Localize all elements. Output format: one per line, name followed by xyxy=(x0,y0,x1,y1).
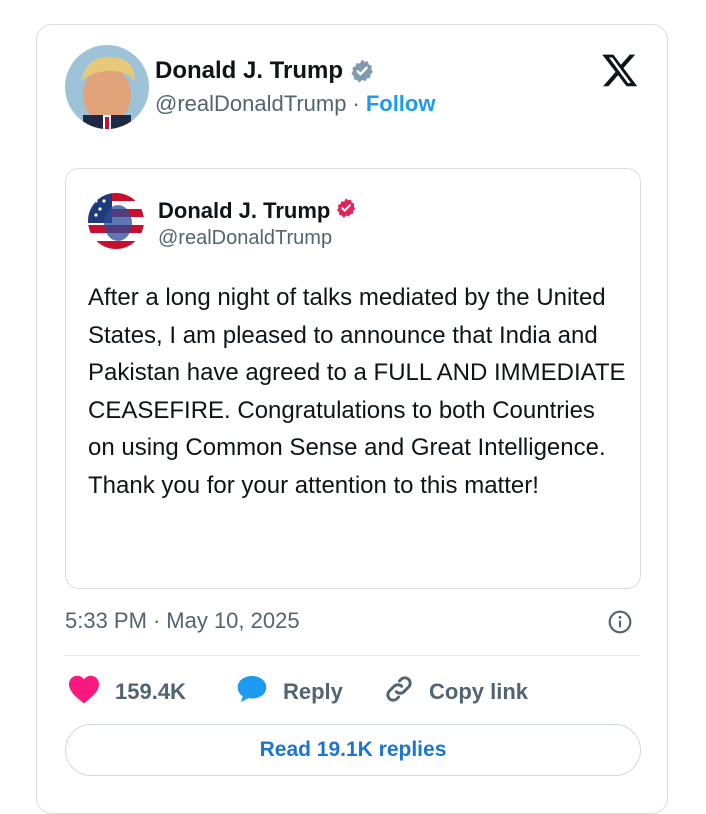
action-bar: 159.4K Reply Copy link xyxy=(67,675,647,709)
tweet-card: Donald J. Trump @realDonaldTrump · Follo… xyxy=(36,24,668,814)
quoted-author-name[interactable]: Donald J. Trump xyxy=(158,198,330,224)
author-handle[interactable]: @realDonaldTrump xyxy=(155,91,346,117)
handle-separator: · xyxy=(352,91,360,116)
reply-button[interactable]: Reply xyxy=(235,675,343,709)
heart-icon xyxy=(67,674,101,710)
copy-link-button[interactable]: Copy link xyxy=(383,675,528,709)
verified-badge-icon xyxy=(335,197,357,224)
quoted-post[interactable]: Donald J. Trump @realDonaldTrump After a… xyxy=(65,168,641,589)
link-icon xyxy=(383,673,415,711)
info-icon[interactable] xyxy=(607,609,633,635)
speech-bubble-icon xyxy=(235,674,269,710)
verified-badge-icon xyxy=(349,58,375,84)
x-logo-icon[interactable] xyxy=(601,51,639,89)
quoted-author-avatar[interactable] xyxy=(88,193,144,249)
author-handle-row: @realDonaldTrump · Follow xyxy=(155,91,435,117)
author-name-row: Donald J. Trump xyxy=(155,57,375,85)
like-count: 159.4K xyxy=(115,679,186,704)
author-avatar[interactable] xyxy=(65,45,149,129)
like-button[interactable]: 159.4K xyxy=(67,675,186,709)
post-date: May 10, 2025 xyxy=(166,608,300,633)
post-time: 5:33 PM xyxy=(65,608,147,633)
reply-label: Reply xyxy=(283,679,343,704)
quoted-name-row: Donald J. Trump xyxy=(158,197,357,224)
quoted-author-handle: @realDonaldTrump xyxy=(158,227,333,249)
timestamp-separator: · xyxy=(152,608,161,633)
copy-link-label: Copy link xyxy=(429,679,529,704)
author-name[interactable]: Donald J. Trump xyxy=(155,57,343,85)
follow-button[interactable]: Follow xyxy=(366,91,436,117)
divider xyxy=(65,655,639,656)
quoted-post-text: After a long night of talks mediated by … xyxy=(88,284,626,499)
read-replies-button[interactable]: Read 19.1K replies xyxy=(65,724,641,776)
post-timestamp[interactable]: 5:33 PM · May 10, 2025 xyxy=(65,608,300,634)
